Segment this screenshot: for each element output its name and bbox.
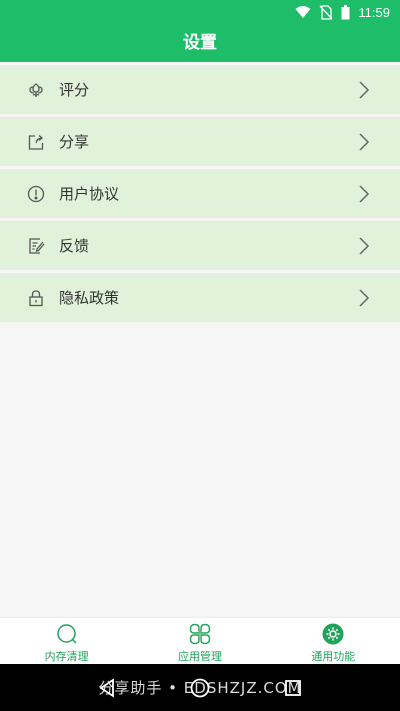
system-nav-bar <box>0 664 400 711</box>
lock-icon <box>27 289 45 307</box>
settings-item-label: 隐私政策 <box>59 289 120 307</box>
chevron-right-icon <box>358 288 370 307</box>
chevron-right-icon <box>358 132 370 151</box>
settings-item-label: 反馈 <box>59 237 90 255</box>
settings-item-rating[interactable]: 评分 <box>0 65 400 114</box>
app-manage-icon <box>189 623 211 645</box>
chevron-right-icon <box>358 80 370 99</box>
settings-item-feedback[interactable]: 反馈 <box>0 221 400 270</box>
status-bar: 11:59 <box>0 0 400 24</box>
tab-label: 应用管理 <box>177 650 222 663</box>
tab-general-functions[interactable]: 通用功能 <box>267 618 400 664</box>
settings-item-label: 评分 <box>59 81 90 99</box>
no-sim-icon <box>319 4 333 20</box>
tab-app-manage[interactable]: 应用管理 <box>133 618 266 664</box>
memory-clean-icon <box>56 623 78 645</box>
chevron-right-icon <box>358 236 370 255</box>
settings-item-label: 分享 <box>59 133 90 151</box>
flower-rating-icon <box>27 81 45 99</box>
chevron-right-icon <box>358 184 370 203</box>
settings-list: 评分 分享 用户协议 反馈 隐私政策 <box>0 65 400 325</box>
home-icon[interactable] <box>189 677 211 699</box>
recents-icon[interactable] <box>282 677 304 699</box>
settings-item-privacy-policy[interactable]: 隐私政策 <box>0 273 400 322</box>
general-gear-icon <box>322 623 344 645</box>
settings-item-user-agreement[interactable]: 用户协议 <box>0 169 400 218</box>
battery-icon <box>341 4 350 20</box>
wifi-icon <box>295 5 311 19</box>
tab-label: 通用功能 <box>311 650 356 663</box>
settings-item-share[interactable]: 分享 <box>0 117 400 166</box>
info-circle-icon <box>27 185 45 203</box>
page-title: 设置 <box>183 33 217 53</box>
share-icon <box>27 133 45 151</box>
back-icon[interactable] <box>96 677 118 699</box>
tab-label: 内存清理 <box>44 650 89 663</box>
feedback-edit-icon <box>27 237 45 255</box>
settings-item-label: 用户协议 <box>59 185 120 203</box>
status-time: 11:59 <box>358 4 390 20</box>
tab-memory-clean[interactable]: 内存清理 <box>0 618 133 664</box>
top-app-bar: 11:59 设置 <box>0 0 400 62</box>
bottom-tab-bar: 内存清理 应用管理 通用功能 <box>0 617 400 664</box>
